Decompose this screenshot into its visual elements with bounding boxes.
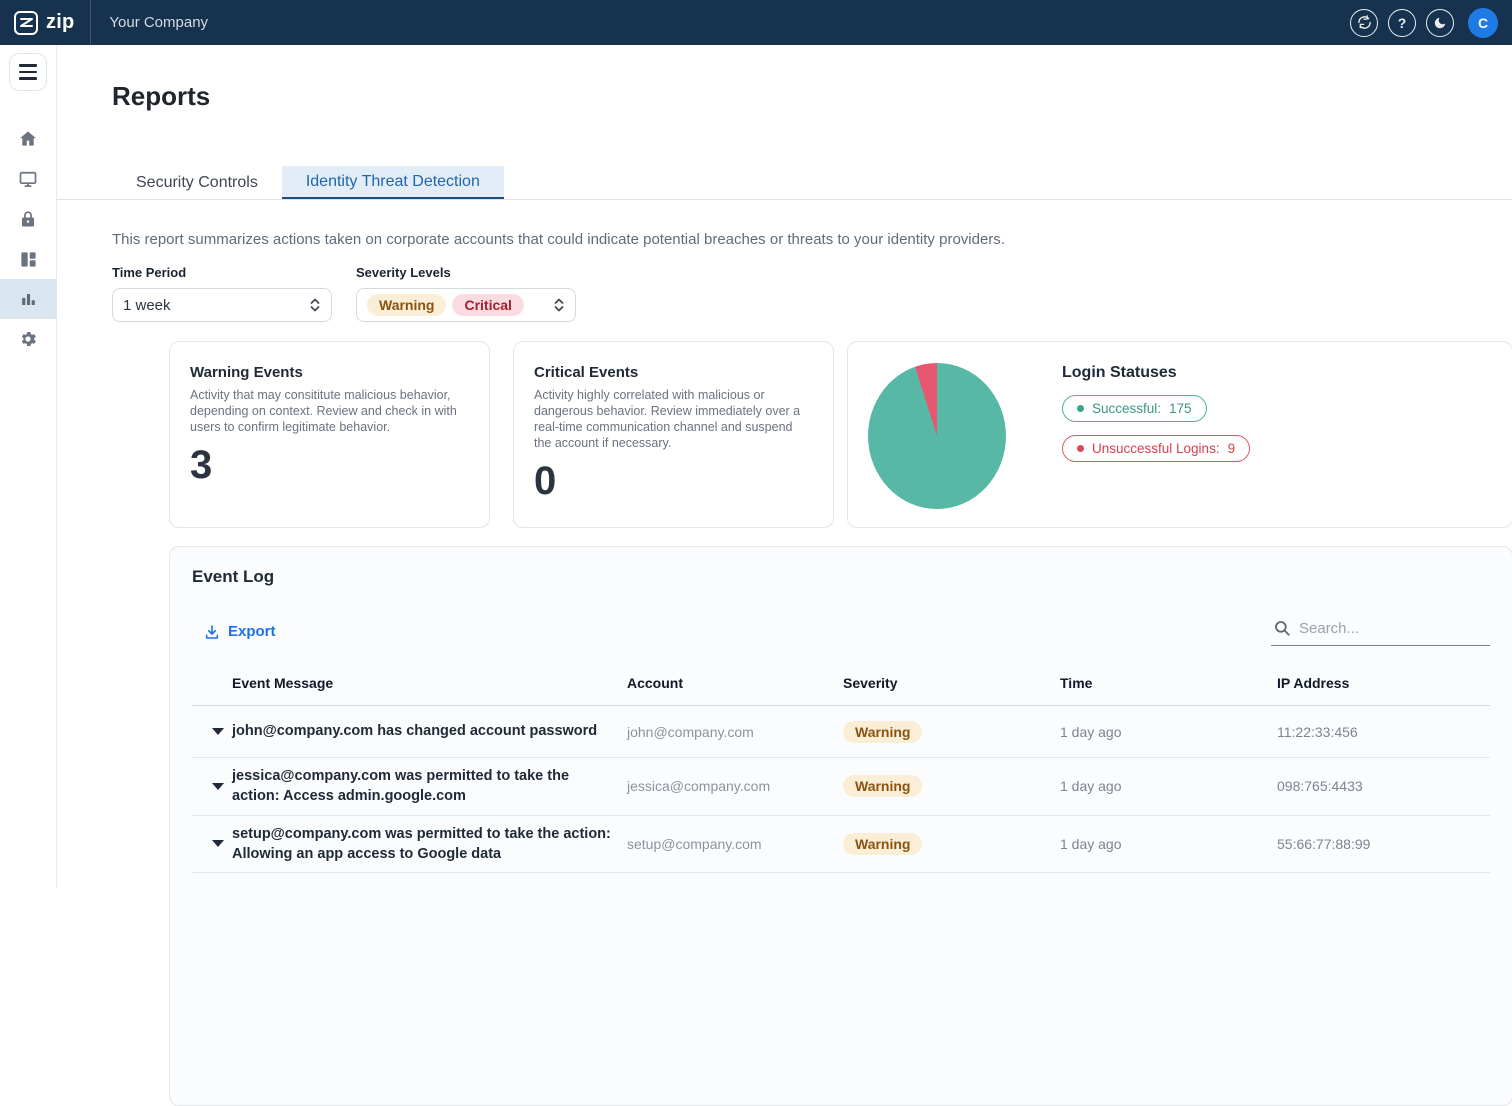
home-icon: [18, 129, 38, 149]
successful-label: Successful:: [1092, 401, 1161, 416]
hamburger-icon: [19, 64, 37, 67]
event-message: john@company.com has changed account pas…: [232, 713, 627, 749]
sidebar-item-home[interactable]: [0, 119, 57, 159]
critical-events-count: 0: [534, 461, 813, 501]
event-log-title: Event Log: [192, 567, 1490, 587]
export-button[interactable]: Export: [192, 623, 276, 646]
app-logo[interactable]: zip: [14, 11, 74, 35]
sidebar-item-layout[interactable]: [0, 239, 57, 279]
tab-identity-threat-detection[interactable]: Identity Threat Detection: [282, 166, 504, 200]
logo-text: zip: [46, 11, 74, 34]
event-time: 1 day ago: [1060, 778, 1277, 794]
column-header-time: Time: [1060, 675, 1277, 691]
login-statuses-pie-chart: [868, 363, 1006, 509]
event-account: jessica@company.com: [627, 778, 843, 794]
column-header-account: Account: [627, 675, 843, 691]
tabs: Security Controls Identity Threat Detect…: [112, 166, 504, 200]
event-ip-address: 55:66:77:88:99: [1277, 836, 1490, 852]
topbar-divider: [90, 0, 91, 45]
expand-row-caret-icon[interactable]: [212, 728, 224, 735]
column-header-ip-address: IP Address: [1277, 675, 1490, 691]
moon-icon: [1433, 16, 1447, 30]
warning-events-count: 3: [190, 445, 469, 485]
sync-button[interactable]: [1350, 9, 1378, 37]
unsuccessful-label: Unsuccessful Logins:: [1092, 441, 1220, 456]
time-period-label: Time Period: [112, 265, 332, 280]
severity-badge: Warning: [843, 833, 922, 855]
search-input[interactable]: [1299, 620, 1469, 637]
hamburger-menu-button[interactable]: [9, 53, 47, 91]
sidebar: [0, 45, 57, 888]
critical-events-title: Critical Events: [534, 364, 813, 381]
critical-events-card: Critical Events Activity highly correlat…: [513, 341, 834, 528]
event-account: setup@company.com: [627, 836, 843, 852]
lock-icon: [19, 209, 37, 229]
severity-badge: Warning: [843, 775, 922, 797]
download-icon: [204, 624, 220, 640]
avatar[interactable]: C: [1468, 8, 1498, 38]
event-ip-address: 11:22:33:456: [1277, 724, 1490, 740]
report-description: This report summarizes actions taken on …: [112, 231, 1005, 248]
event-account: john@company.com: [627, 724, 843, 740]
event-time: 1 day ago: [1060, 836, 1277, 852]
topbar: zip Your Company ? C: [0, 0, 1512, 45]
warning-events-title: Warning Events: [190, 364, 469, 381]
event-log-row: john@company.com has changed account pas…: [192, 706, 1490, 758]
login-statuses-card: Login Statuses Successful: 175 Unsuccess…: [847, 341, 1512, 528]
search-icon: [1273, 619, 1291, 637]
chevron-updown-icon: [309, 297, 321, 313]
layout-icon: [19, 250, 38, 269]
monitor-icon: [18, 169, 38, 189]
company-name: Your Company: [109, 14, 208, 31]
sidebar-item-settings[interactable]: [0, 319, 57, 359]
gear-icon: [18, 329, 38, 349]
event-message: jessica@company.com was permitted to tak…: [232, 758, 627, 815]
critical-events-description: Activity highly correlated with maliciou…: [534, 387, 813, 451]
help-button[interactable]: ?: [1388, 9, 1416, 37]
event-log-row: setup@company.com was permitted to take …: [192, 816, 1490, 874]
successful-count: 175: [1169, 401, 1192, 416]
severity-levels-select[interactable]: Warning Critical: [356, 288, 576, 322]
tabs-divider: [57, 199, 1512, 200]
tab-security-controls[interactable]: Security Controls: [112, 166, 282, 200]
severity-badge: Warning: [843, 721, 922, 743]
dark-mode-button[interactable]: [1426, 9, 1454, 37]
event-message: setup@company.com was permitted to take …: [232, 816, 627, 873]
sidebar-item-devices[interactable]: [0, 159, 57, 199]
fail-dot-icon: [1077, 445, 1084, 452]
success-dot-icon: [1077, 405, 1084, 412]
event-log-row: jessica@company.com was permitted to tak…: [192, 758, 1490, 816]
unsuccessful-logins-badge: Unsuccessful Logins: 9: [1062, 435, 1250, 462]
zip-logo-icon: [14, 11, 38, 35]
severity-levels-label: Severity Levels: [356, 265, 576, 280]
expand-row-caret-icon[interactable]: [212, 840, 224, 847]
sidebar-item-reports[interactable]: [0, 279, 57, 319]
severity-chip-warning: Warning: [367, 294, 446, 316]
chevron-updown-icon: [553, 297, 565, 313]
sidebar-item-security[interactable]: [0, 199, 57, 239]
time-period-select[interactable]: 1 week: [112, 288, 332, 322]
event-log-card: Event Log Export Event Message Account S…: [169, 546, 1512, 1106]
event-log-table-header: Event Message Account Severity Time IP A…: [192, 660, 1490, 706]
warning-events-description: Activity that may consititute malicious …: [190, 387, 469, 435]
help-icon: ?: [1398, 15, 1407, 31]
filters: Time Period 1 week Severity Levels Warni…: [112, 265, 576, 322]
sync-icon: [1357, 15, 1372, 30]
export-label: Export: [228, 623, 276, 640]
event-ip-address: 098:765:4433: [1277, 778, 1490, 794]
login-statuses-title: Login Statuses: [1062, 364, 1250, 382]
expand-row-caret-icon[interactable]: [212, 783, 224, 790]
unsuccessful-count: 9: [1228, 441, 1236, 456]
severity-chip-critical: Critical: [452, 294, 523, 316]
successful-logins-badge: Successful: 175: [1062, 395, 1207, 422]
column-header-event-message: Event Message: [232, 675, 627, 691]
main-content: Reports Security Controls Identity Threa…: [57, 45, 1512, 888]
column-header-severity: Severity: [843, 675, 1060, 691]
time-period-value: 1 week: [123, 297, 171, 314]
page-title: Reports: [112, 81, 1512, 112]
warning-events-card: Warning Events Activity that may consiti…: [169, 341, 490, 528]
event-time: 1 day ago: [1060, 724, 1277, 740]
search-box[interactable]: [1271, 615, 1490, 646]
bar-chart-icon: [19, 290, 38, 309]
